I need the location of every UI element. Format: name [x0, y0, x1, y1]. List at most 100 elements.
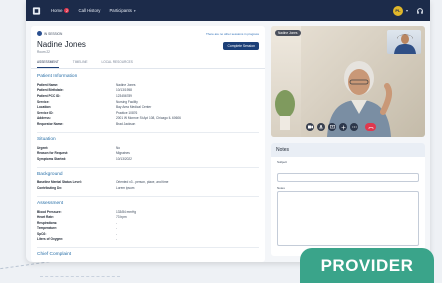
patient-header: Nadine Jones Room 22 Complete Session: [31, 36, 265, 54]
info-row-label: Symptoms Started:: [37, 156, 67, 161]
top-navigation-bar: Home 2 Call History Participants ▾ PL ▾: [26, 0, 430, 21]
subject-input[interactable]: [277, 172, 419, 182]
nav-participants[interactable]: Participants ▾: [109, 8, 135, 13]
patient-name: Nadine Jones: [37, 40, 86, 49]
call-controls: [306, 123, 379, 131]
info-row-label: Service ID:: [37, 110, 54, 115]
provider-banner: PROVIDER: [300, 248, 434, 283]
section-title: Situation: [37, 131, 259, 142]
plant-image: [275, 90, 295, 130]
info-row-value: -: [116, 220, 118, 225]
subject-label: Subject: [277, 160, 288, 164]
nav-call-history-label: Call History: [78, 8, 101, 13]
situation-section: Situation Urgent: No Reason for Request: Mi…: [31, 131, 265, 162]
background-section: Background Baseline Mental Status Level:…: [31, 166, 265, 191]
self-view-video[interactable]: [387, 30, 421, 54]
video-participant-label: Nadine Jones: [275, 30, 301, 36]
info-row-value: -: [116, 231, 118, 236]
tab-timeline[interactable]: TIMELINE: [73, 60, 88, 68]
info-row-value: No: [116, 145, 121, 150]
tab-assessment[interactable]: ASSESSMENT: [37, 60, 59, 68]
info-row-value: Bay Area Medical Center: [116, 105, 152, 110]
notes-title: Notes: [271, 143, 425, 157]
background-rows: Baseline Mental Status Level: Oriented x3…: [37, 180, 259, 191]
info-row: Requestor Name: Brad Jackson: [37, 121, 259, 127]
chief-complaint-section: Chief Complaint: [31, 247, 265, 257]
info-row-label: Patient PCC ID:: [37, 93, 61, 98]
info-row-label: Baseline Mental Status Level:: [37, 180, 82, 185]
info-row: Symptoms Started: 10/13/2022: [37, 156, 259, 162]
section-title: Chief Complaint: [37, 247, 259, 257]
info-row-value: Lorem ipsum: [116, 185, 135, 190]
session-status-row: IN SESSION There are no other sessions i…: [31, 26, 265, 36]
patient-information-section: Patient Information Patient Name: Nadine …: [31, 74, 265, 127]
complete-session-button[interactable]: Complete Session: [223, 42, 259, 50]
info-row-value: Nadine Jones: [116, 82, 136, 87]
info-row-value: Brad Jackson: [116, 121, 136, 126]
assessment-rows: Blood Pressure: 133/84 mmHg Heart Rate: 73 …: [37, 209, 259, 243]
notes-label: Notes: [277, 186, 285, 190]
patient-panel: IN SESSION There are no other sessions i…: [31, 26, 265, 262]
info-row-label: Address:: [37, 116, 51, 121]
info-row-label: Temperature:: [37, 226, 58, 231]
info-row-label: Location:: [37, 105, 52, 110]
session-status-tag: IN SESSION: [37, 31, 62, 36]
video-call-panel: Nadine Jones: [271, 26, 425, 137]
nav-home[interactable]: Home 2: [51, 8, 70, 13]
info-row: Liters of Oxygen: -: [37, 237, 259, 243]
chevron-down-icon[interactable]: ▾: [406, 8, 408, 13]
add-participant-button[interactable]: [339, 123, 347, 131]
app-logo-icon[interactable]: [32, 6, 41, 16]
notes-textarea[interactable]: [277, 191, 419, 246]
info-row-value: Migraines: [116, 151, 130, 156]
info-row: Contributing Dx: Lorem ipsum: [37, 185, 259, 191]
info-row-value: -: [116, 237, 118, 242]
info-row-label: Patient Name:: [37, 82, 59, 87]
session-status-note: There are no other sessions in progress: [205, 31, 259, 36]
info-rows: Patient Name: Nadine Jones Patient Birthda…: [37, 82, 259, 127]
info-row-label: Blood Pressure:: [37, 209, 62, 214]
chevron-down-icon: ▾: [133, 8, 136, 13]
info-row-label: Liters of Oxygen:: [37, 237, 64, 242]
info-row-label: SpO2:: [37, 231, 47, 236]
info-row-value: 2001 W Monroe St Apt 108, Chicago IL 606…: [116, 116, 181, 121]
patient-tabs: ASSESSMENT TIMELINE LOCAL RESOURCES: [31, 54, 265, 69]
patient-room: Room 22: [37, 50, 50, 54]
session-status: IN SESSION: [44, 31, 63, 36]
info-row-label: Patient Birthdate:: [37, 88, 64, 93]
info-row-value: 73 bpm: [116, 215, 127, 220]
info-row-value: 10/13/2022: [116, 156, 132, 161]
assessment-section: Assessment Blood Pressure: 133/84 mmHg Hea…: [31, 195, 265, 243]
info-row-label: Service:: [37, 99, 50, 104]
info-row-label: Reason for Request:: [37, 151, 69, 156]
right-column: Nadine Jones Notes Subject Notes: [271, 26, 425, 256]
app-window: Home 2 Call History Participants ▾ PL ▾ …: [26, 0, 430, 262]
microphone-toggle-button[interactable]: [317, 123, 325, 131]
info-row-label: Contributing Dx:: [37, 185, 63, 190]
screen-share-button[interactable]: [328, 123, 336, 131]
user-avatar[interactable]: PL: [392, 5, 403, 16]
info-row-label: Urgent:: [37, 145, 49, 150]
info-row-value: 133/84 mmHg: [116, 209, 137, 214]
info-row-label: Respirations:: [37, 220, 58, 225]
tab-local-resources[interactable]: LOCAL RESOURCES: [102, 60, 133, 68]
nav-call-history[interactable]: Call History: [78, 8, 100, 13]
end-call-button[interactable]: [365, 123, 376, 131]
info-row-label: Heart Rate:: [37, 215, 55, 220]
notes-panel: Notes Subject Notes: [271, 143, 425, 256]
section-title: Background: [37, 166, 259, 177]
info-row-value: -: [116, 226, 118, 231]
camera-toggle-button[interactable]: [306, 123, 314, 131]
info-row-value: 123456789: [116, 93, 132, 98]
section-title: Patient Information: [37, 74, 78, 79]
headset-icon[interactable]: [416, 7, 424, 15]
info-row-value: Nursing Facility: [116, 99, 138, 104]
section-title: Assessment: [37, 195, 259, 206]
info-row-value: Oriented x3 - person, place, and time: [116, 180, 169, 185]
info-row-label: Requestor Name:: [37, 121, 64, 126]
nav-participants-label: Participants: [109, 8, 132, 13]
nav-home-label: Home: [51, 8, 63, 13]
situation-rows: Urgent: No Reason for Request: Migraines Sym…: [37, 145, 259, 162]
more-options-button[interactable]: [350, 123, 358, 131]
notification-badge: 2: [64, 8, 70, 13]
